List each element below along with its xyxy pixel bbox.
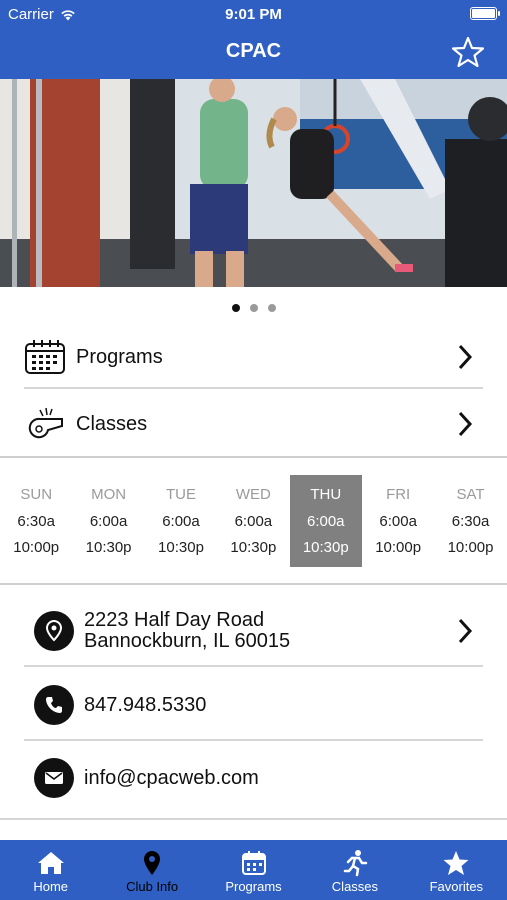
day-hours-thu-today: THU 6:00a 10:30p — [289, 475, 362, 567]
day-name: FRI — [386, 486, 411, 503]
carousel-dot[interactable] — [231, 304, 240, 312]
day-name: SUN — [20, 486, 53, 503]
day-name: WED — [235, 486, 271, 503]
divider — [0, 818, 507, 820]
day-hours-sun: SUN 6:30a 10:00p — [0, 475, 72, 567]
open-time: 6:00a — [89, 513, 128, 530]
address-line-2: Bannockburn, IL 60015 — [84, 630, 291, 652]
tab-label: Favorites — [429, 879, 484, 894]
gym-photo — [0, 79, 507, 287]
whistle-icon — [28, 407, 63, 439]
open-time: 6:00a — [379, 513, 417, 530]
day-hours-tue: TUE 6:00a 10:30p — [145, 475, 217, 567]
tab-programs[interactable]: Programs — [203, 840, 304, 900]
close-time: 10:30p — [158, 539, 204, 556]
calendar-icon — [25, 340, 65, 374]
open-time: 6:00a — [306, 513, 345, 530]
close-time: 10:30p — [85, 539, 132, 556]
classes-row[interactable]: Classes — [24, 402, 483, 446]
open-time: 6:30a — [451, 513, 490, 530]
tab-label: Programs — [225, 879, 282, 894]
star-icon — [443, 851, 469, 875]
phone-number: 847.948.5330 — [84, 693, 207, 716]
open-time: 6:30a — [17, 513, 55, 530]
club-hours: SUN 6:30a 10:00p MON 6:00a 10:30p TUE 6:… — [0, 475, 507, 567]
day-name: TUE — [165, 486, 196, 503]
phone-icon — [34, 685, 74, 725]
divider — [0, 583, 507, 585]
status-time: 9:01 PM — [225, 6, 282, 23]
location-pin-icon — [34, 611, 74, 651]
close-time: 10:30p — [302, 539, 349, 556]
envelope-icon — [34, 758, 74, 798]
calendar-icon — [241, 851, 266, 875]
open-time: 6:00a — [162, 513, 200, 530]
favorite-star-icon[interactable] — [451, 35, 485, 69]
carousel-dot[interactable] — [249, 304, 258, 312]
day-name: SAT — [456, 486, 485, 503]
tab-classes[interactable]: Classes — [304, 840, 405, 900]
close-time: 10:30p — [230, 539, 277, 556]
day-hours-mon: MON 6:00a 10:30p — [72, 475, 144, 567]
tab-label: Home — [33, 879, 69, 894]
close-time: 10:00p — [13, 539, 60, 556]
tab-club-info[interactable]: Club Info — [101, 840, 202, 900]
tab-label: Club Info — [126, 879, 179, 894]
carousel-dot[interactable] — [267, 304, 276, 312]
divider — [0, 456, 507, 458]
divider — [24, 387, 483, 389]
address-line-1: 2223 Half Day Road — [84, 609, 265, 631]
chevron-right-icon — [458, 344, 473, 370]
day-name: MON — [91, 486, 127, 503]
tab-home[interactable]: Home — [0, 840, 101, 900]
hero-image[interactable] — [0, 79, 507, 287]
tab-favorites[interactable]: Favorites — [406, 840, 507, 900]
chevron-right-icon — [458, 411, 473, 437]
address-row[interactable]: 2223 Half Day Road Bannockburn, IL 60015 — [24, 609, 483, 653]
divider — [24, 739, 483, 741]
tab-bar: Home Club Info Programs Classes Favorite… — [0, 840, 507, 900]
phone-row[interactable]: 847.948.5330 — [24, 684, 483, 726]
classes-label: Classes — [76, 412, 148, 435]
divider — [24, 665, 483, 667]
location-pin-icon — [144, 851, 161, 875]
carousel-dots[interactable] — [0, 304, 507, 312]
programs-label: Programs — [76, 345, 163, 368]
close-time: 10:00p — [447, 539, 494, 556]
email-row[interactable]: info@cpacweb.com — [24, 757, 483, 799]
chevron-right-icon — [458, 618, 473, 644]
day-hours-sat: SAT 6:30a 10:00p — [434, 475, 506, 567]
programs-row[interactable]: Programs — [24, 335, 483, 379]
day-hours-wed: WED 6:00a 10:30p — [217, 475, 289, 567]
battery-icon — [470, 7, 500, 20]
open-time: 6:00a — [234, 513, 273, 530]
address-text: 2223 Half Day Road Bannockburn, IL 60015 — [84, 610, 290, 652]
day-hours-fri: FRI 6:00a 10:00p — [362, 475, 434, 567]
close-time: 10:00p — [375, 539, 422, 556]
nav-bar: CPAC — [0, 28, 507, 79]
page-title: CPAC — [225, 40, 282, 62]
day-name: THU — [310, 486, 342, 503]
home-icon — [37, 852, 64, 874]
runner-icon — [343, 850, 368, 877]
email-address: info@cpacweb.com — [84, 766, 259, 789]
tab-label: Classes — [331, 879, 379, 894]
status-bar: Carrier 9:01 PM — [0, 0, 507, 28]
